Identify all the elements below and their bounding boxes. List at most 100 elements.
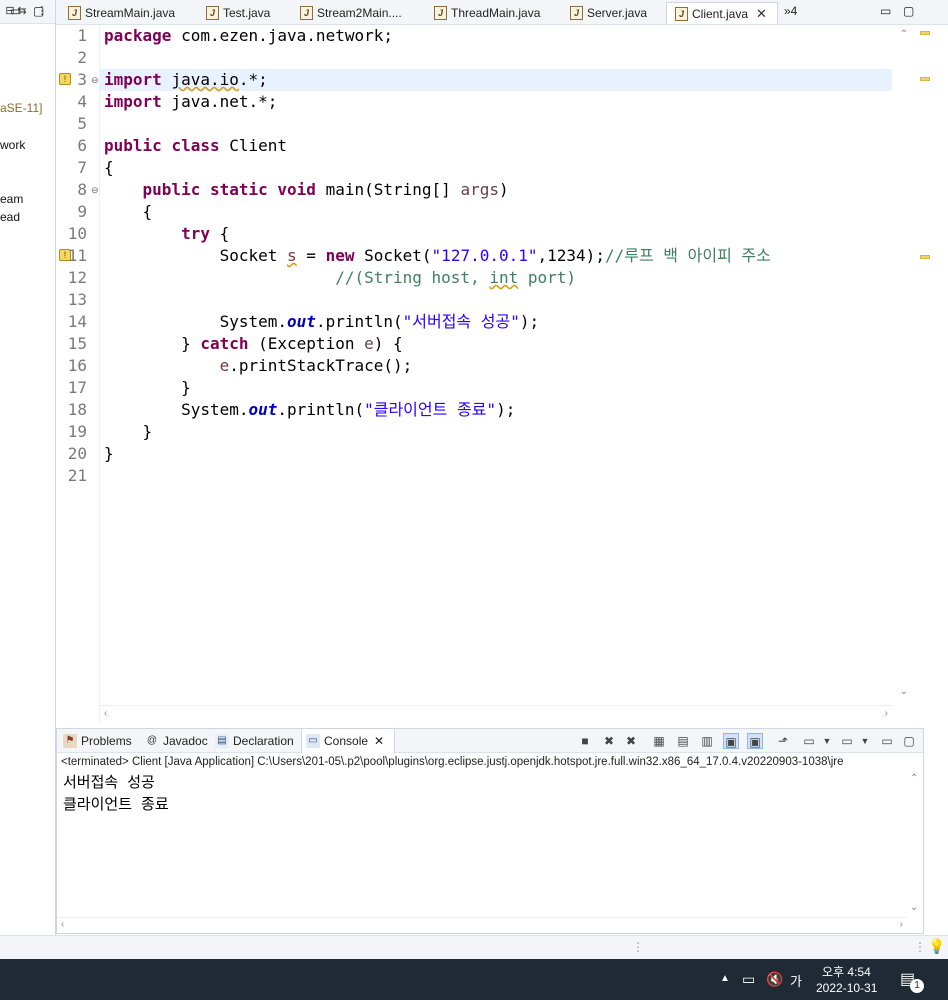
tab-label: Client.java (692, 6, 749, 21)
tab-streammain[interactable]: J StreamMain.java (60, 2, 175, 24)
word-wrap-icon[interactable]: ▥ (699, 733, 715, 749)
volume-muted-icon[interactable]: 🔇 (766, 971, 783, 988)
tab-declaration[interactable]: ▤ Declaration (211, 729, 298, 753)
minimize-icon[interactable]: ▭ (880, 4, 891, 18)
tab-threadmain[interactable]: J ThreadMain.java (426, 2, 540, 24)
line-number: 19 (67, 422, 87, 441)
maximize-icon[interactable]: ▢ (33, 4, 44, 18)
tab-label: Stream2Main.... (317, 6, 402, 20)
console-icon: ▭ (306, 734, 320, 748)
java-file-icon: J (68, 6, 81, 20)
tab-overflow-button[interactable]: »4 (784, 4, 797, 18)
java-file-icon: J (434, 6, 447, 20)
terminate-icon[interactable]: ■ (577, 733, 593, 749)
tab-javadoc[interactable]: @ Javadoc (141, 729, 212, 753)
remove-all-icon[interactable]: ✖ (623, 733, 639, 749)
console-output-line: 서버접속 성공 (63, 773, 155, 791)
close-icon[interactable]: ✕ (374, 734, 384, 748)
notification-count: 1 (910, 979, 924, 993)
network-icon[interactable]: ▭ (742, 971, 755, 988)
line-number: 1 (77, 26, 87, 45)
chevron-down-icon[interactable]: ▼ (857, 733, 873, 749)
console-output-line: 클라이언트 종료 (63, 795, 169, 813)
tab-problems[interactable]: ⚑ Problems (59, 729, 136, 753)
scroll-lock-icon[interactable]: ▤ (675, 733, 691, 749)
line-number: 6 (77, 136, 87, 155)
line-number: 13 (67, 290, 87, 309)
tab-console[interactable]: ▭ Console ✕ (301, 729, 395, 753)
maximize-icon[interactable]: ▢ (903, 4, 914, 18)
tab-stream2main[interactable]: J Stream2Main.... (292, 2, 402, 24)
tree-item-stream[interactable]: eam (0, 192, 23, 206)
minimize-icon[interactable]: ▭ (10, 4, 21, 18)
scroll-right-icon[interactable]: › (900, 919, 903, 930)
clock-time[interactable]: 오후 4:54 (822, 963, 871, 980)
code-line-20: } (104, 444, 114, 463)
display-console-icon[interactable]: ▭ (801, 733, 817, 749)
problems-icon: ⚑ (63, 734, 77, 748)
tab-client[interactable]: J Client.java ✕ (666, 2, 778, 24)
scroll-left-icon[interactable]: ‹ (104, 708, 107, 719)
code-line-6: public class Client (104, 136, 288, 155)
remove-launch-icon[interactable]: ✖ (601, 733, 617, 749)
scroll-down-icon[interactable]: ⌄ (910, 902, 918, 913)
fold-icon[interactable]: ⊖ (91, 179, 99, 201)
clock-date[interactable]: 2022-10-31 (816, 981, 877, 995)
show-on-stderr-icon[interactable]: ▣ (747, 733, 763, 749)
tab-server[interactable]: J Server.java (562, 2, 647, 24)
scroll-left-icon[interactable]: ‹ (61, 919, 64, 930)
chevron-up-icon[interactable]: ▲ (720, 973, 730, 984)
chevron-down-icon[interactable]: ▼ (819, 733, 835, 749)
code-area[interactable]: package com.ezen.java.network; import ja… (104, 25, 892, 705)
scroll-down-icon[interactable]: ⌄ (900, 686, 908, 697)
console-vertical-scrollbar[interactable]: ⌃ ⌄ (907, 771, 923, 933)
console-horizontal-scrollbar[interactable]: ‹ › (57, 917, 907, 933)
minimize-icon[interactable]: ▭ (879, 733, 895, 749)
code-line-8: public static void main(String[] args) (142, 180, 509, 199)
scroll-right-icon[interactable]: › (885, 708, 888, 719)
clear-console-icon[interactable]: ▦ (651, 733, 667, 749)
line-number: 7 (77, 158, 87, 177)
line-number: 10 (67, 224, 87, 243)
show-on-stdout-icon[interactable]: ▣ (723, 733, 739, 749)
tab-label: Javadoc (163, 734, 208, 748)
tab-label: Test.java (223, 6, 271, 20)
line-number: 9 (77, 202, 87, 221)
maximize-icon[interactable]: ▢ (901, 733, 917, 749)
code-line-17: } (104, 378, 191, 397)
code-line-12: //(String host, int port) (335, 268, 577, 287)
at-icon: @ (146, 735, 158, 746)
open-console-icon[interactable]: ▭ (839, 733, 855, 749)
line-number: 3 (77, 70, 87, 89)
status-divider: ⋮ (632, 940, 644, 954)
pin-console-icon[interactable]: ⬏ (775, 733, 791, 749)
editor-vertical-scrollbar[interactable]: ⌃ ⌄ (892, 25, 948, 705)
line-number: 5 (77, 114, 87, 133)
overview-marker[interactable] (920, 77, 930, 81)
overview-marker[interactable] (920, 255, 930, 259)
scroll-up-icon[interactable]: ⌃ (900, 29, 908, 40)
windows-taskbar: ▲ ▭ 🔇 가 오후 4:54 2022-10-31 ▤ 1 (0, 959, 948, 1000)
editor-horizontal-scrollbar[interactable]: ‹ › (100, 705, 892, 722)
java-file-icon: J (206, 6, 219, 20)
console-tab-bar: ⚑ Problems @ Javadoc ▤ Declaration ▭ Console… (57, 729, 923, 753)
line-number: 11 (67, 246, 87, 265)
console-view: ⚑ Problems @ Javadoc ▤ Declaration ▭ Console… (56, 728, 924, 934)
declaration-icon: ▤ (215, 734, 229, 748)
scroll-up-icon[interactable]: ⌃ (910, 773, 918, 784)
java-editor[interactable]: ! ! ⊖ ⊖ 1 2 3 4 5 6 7 8 9 10 11 12 13 14 15 16 17 18 19 20 2… (56, 25, 948, 722)
overview-marker[interactable] (920, 31, 930, 35)
tab-test[interactable]: J Test.java (198, 2, 270, 24)
console-launch-description: <terminated> Client [Java Application] C… (61, 756, 844, 768)
tree-item-thread[interactable]: ead (0, 210, 20, 224)
ime-indicator[interactable]: 가 (790, 971, 802, 990)
line-number: 4 (77, 92, 87, 111)
tree-item-jre[interactable]: aSE-11] (0, 101, 42, 115)
code-line-3: import java.io.*; (104, 70, 268, 89)
tree-item-network[interactable]: work (0, 138, 25, 152)
tab-label: Console (324, 734, 369, 748)
fold-icon[interactable]: ⊖ (91, 69, 99, 91)
close-icon[interactable]: ✕ (756, 6, 767, 22)
code-line-9: { (104, 202, 153, 221)
lightbulb-icon[interactable]: 💡 (928, 938, 945, 955)
